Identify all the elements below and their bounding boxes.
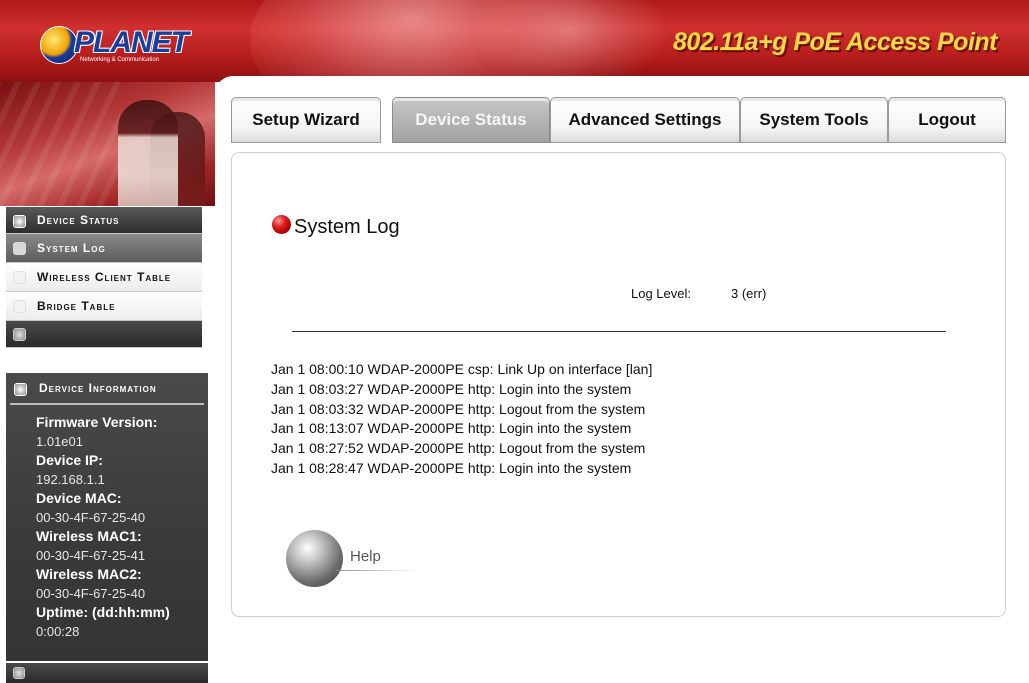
red-bullet-icon [272, 215, 291, 234]
menu-bullet-icon [13, 215, 26, 228]
tab-advanced-settings[interactable]: Advanced Settings [550, 97, 740, 143]
logo-brand-text: PLANET [74, 26, 189, 59]
sidebar-item-label: System Log [37, 241, 106, 255]
wireless-mac2-label: Wireless MAC2: [36, 566, 142, 582]
wireless-mac1-label: Wireless MAC1: [36, 528, 142, 544]
uptime-label: Uptime: (dd:hh:mm) [36, 604, 170, 620]
log-level-label: Log Level: [631, 286, 691, 301]
menu-bullet-icon [13, 667, 25, 679]
menu-bullet-icon [13, 271, 26, 284]
help-button[interactable]: Help [286, 530, 426, 590]
system-log-list: Jan 1 08:00:10 WDAP-2000PE csp: Link Up … [271, 360, 652, 479]
log-level-value: 3 (err) [731, 286, 767, 301]
firmware-value: 1.01e01 [36, 434, 83, 449]
log-line: Jan 1 08:13:07 WDAP-2000PE http: Login i… [271, 420, 632, 437]
sidebar-item-wireless-client-table[interactable]: Wireless Client Table [6, 263, 202, 292]
sidebar-item-label: Device Status [37, 213, 120, 227]
menu-bullet-icon [14, 383, 27, 396]
section-title: System Log [272, 215, 400, 239]
device-ip-label: Device IP: [36, 452, 103, 468]
log-line: Jan 1 08:28:47 WDAP-2000PE http: Login i… [271, 459, 632, 476]
logo-globe-icon [40, 26, 78, 64]
device-mac-label: Device MAC: [36, 490, 122, 506]
planet-logo: PLANET Networking & Communication [40, 26, 190, 66]
log-line: Jan 1 08:27:52 WDAP-2000PE http: Logout … [271, 440, 646, 457]
tab-setup-wizard[interactable]: Setup Wizard [231, 97, 381, 143]
device-information-body: Firmware Version: 1.01e01 Device IP: 192… [6, 405, 208, 641]
device-information-panel: Dervice Information Firmware Version: 1.… [6, 373, 208, 661]
divider [292, 331, 946, 332]
sidebar-menu: Device Status System Log Wireless Client… [6, 207, 202, 348]
header-banner: PLANET Networking & Communication 802.11… [0, 0, 1029, 82]
sidebar-item-device-status[interactable]: Device Status [6, 207, 202, 234]
page-title: System Log [294, 216, 400, 238]
help-label[interactable]: Help [350, 548, 381, 565]
log-level-row: Log Level: 3 (err) [631, 286, 766, 301]
firmware-label: Firmware Version: [36, 414, 158, 430]
sidebar-item-label: Bridge Table [37, 299, 116, 313]
help-orb-icon[interactable] [286, 530, 343, 587]
log-line: Jan 1 08:03:27 WDAP-2000PE http: Login i… [271, 380, 632, 397]
product-title: 802.11a+g PoE Access Point [673, 28, 997, 56]
device-information-title: Dervice Information [39, 381, 157, 395]
logo-tagline: Networking & Communication [80, 57, 160, 63]
help-underline [336, 570, 416, 571]
tab-system-tools[interactable]: System Tools [740, 97, 888, 143]
menu-bullet-icon [13, 242, 26, 255]
menu-bullet-icon [13, 328, 26, 341]
wireless-mac1-value: 00-30-4F-67-25-41 [36, 548, 146, 563]
device-information-header: Dervice Information [10, 373, 204, 405]
tab-logout[interactable]: Logout [888, 97, 1006, 143]
log-line: Jan 1 08:03:32 WDAP-2000PE http: Logout … [271, 400, 646, 417]
device-ip-value: 192.168.1.1 [36, 472, 105, 487]
uptime-value: 0:00:28 [36, 624, 80, 639]
globe-highlight [470, 0, 670, 82]
log-line: Jan 1 08:00:10 WDAP-2000PE csp: Link Up … [271, 361, 653, 377]
menu-bullet-icon [13, 300, 26, 313]
device-information-footer [6, 663, 208, 683]
photo-person [118, 100, 178, 206]
sidebar-item-bridge-table[interactable]: Bridge Table [6, 292, 202, 321]
device-mac-value: 00-30-4F-67-25-40 [36, 510, 146, 525]
sidebar-menu-footer [6, 321, 202, 348]
sidebar-item-label: Wireless Client Table [37, 270, 172, 284]
tab-device-status[interactable]: Device Status [392, 97, 550, 143]
header-photo [0, 82, 215, 206]
sidebar-item-system-log[interactable]: System Log [6, 234, 202, 263]
wireless-mac2-value: 00-30-4F-67-25-40 [36, 586, 146, 601]
